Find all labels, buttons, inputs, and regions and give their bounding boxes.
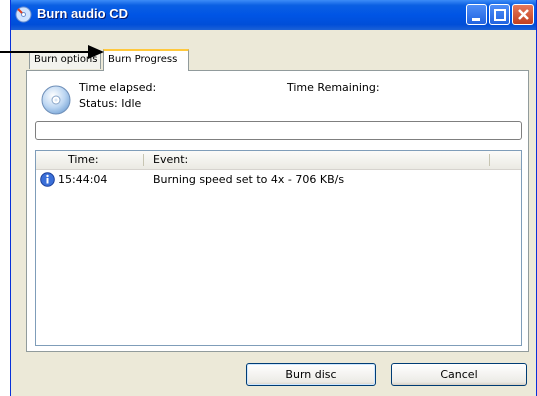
tab-burn-progress[interactable]: Burn Progress [103,49,189,71]
log-time: 15:44:04 [58,173,108,186]
status-text: Status: Idle [79,97,142,110]
column-separator[interactable] [143,154,144,166]
minimize-icon [472,18,480,21]
burn-progress-bar [35,121,522,140]
maximize-button[interactable] [489,4,510,25]
column-separator[interactable] [489,154,490,166]
cancel-button[interactable]: Cancel [391,363,527,386]
column-header-event[interactable]: Event: [153,153,188,166]
column-header-time[interactable]: Time: [68,153,99,166]
info-icon [40,172,55,187]
burn-disc-button[interactable]: Burn disc [246,363,376,386]
cd-burn-app-icon [15,6,32,23]
time-remaining-label: Time Remaining: [287,81,380,94]
cd-disc-icon [41,85,71,115]
event-log-list[interactable]: Time: Event: 15:44:04 Burning speed set … [35,150,522,346]
close-icon [518,9,529,20]
maximize-icon [494,9,506,21]
time-elapsed-label: Time elapsed: [79,81,157,94]
log-event: Burning speed set to 4x - 706 KB/s [153,173,345,186]
burn-progress-panel: Time elapsed: Time Remaining: Status: Id… [26,70,529,352]
minimize-button[interactable] [466,4,487,25]
title-bar[interactable]: Burn audio CD [11,0,536,30]
close-button[interactable] [512,4,534,25]
log-header: Time: Event: [36,151,521,170]
window-title: Burn audio CD [37,6,128,21]
log-row[interactable]: 15:44:04 Burning speed set to 4x - 706 K… [36,171,521,189]
annotation-arrow-icon [0,45,104,59]
